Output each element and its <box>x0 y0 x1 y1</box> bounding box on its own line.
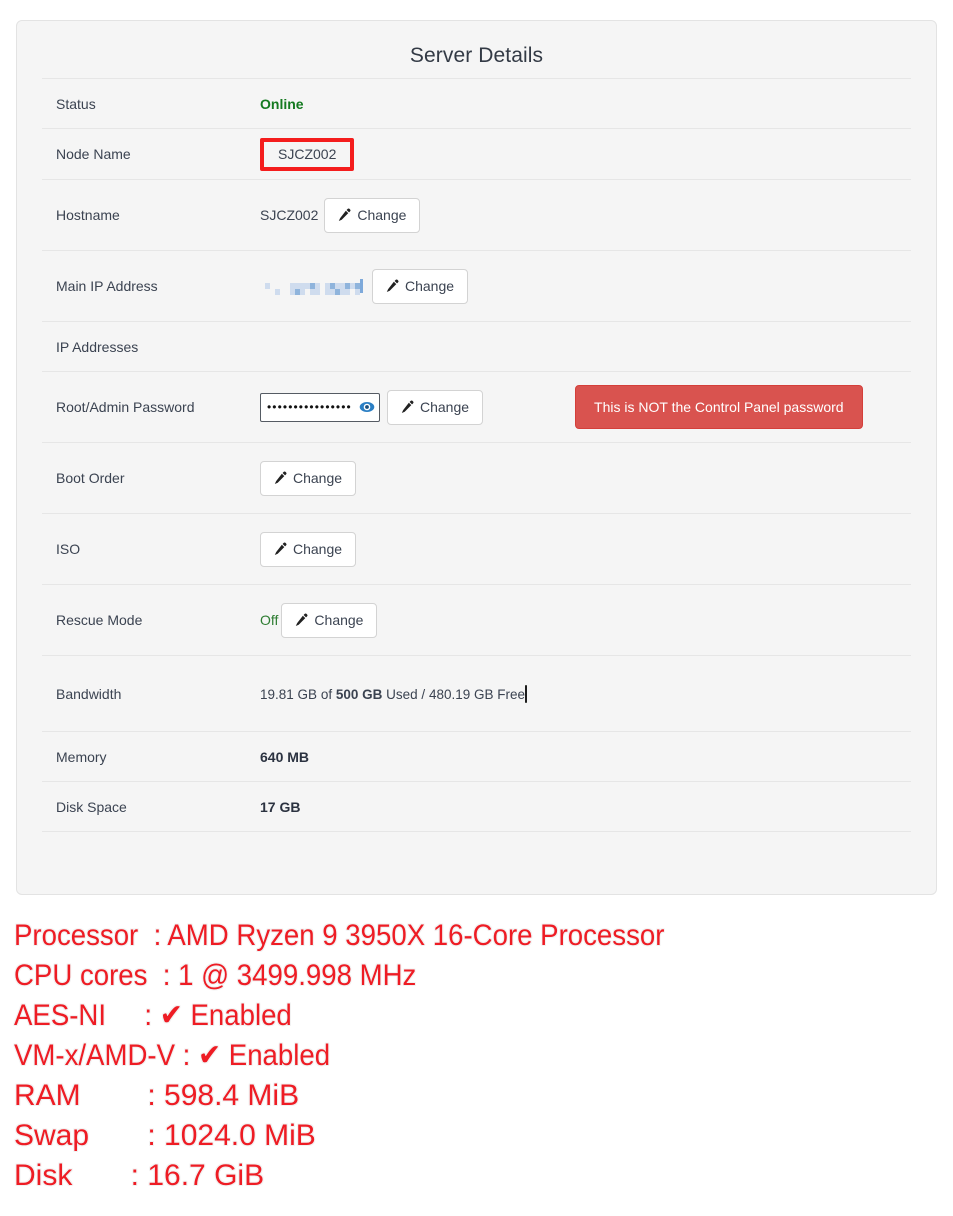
pencil-icon <box>274 542 287 555</box>
table-row-bandwidth: Bandwidth 19.81 GB of 500 GB Used / 480.… <box>42 655 911 731</box>
change-hostname-label: Change <box>357 207 407 223</box>
row-value-bandwidth: 19.81 GB of 500 GB Used / 480.19 GB Free <box>260 684 911 703</box>
bandwidth-total: 500 GB <box>335 686 383 702</box>
table-row-disk-space: Disk Space 17 GB <box>42 781 911 831</box>
row-label-root-password: Root/Admin Password <box>56 399 195 415</box>
pencil-icon <box>339 208 351 221</box>
bandwidth-free: 480.19 GB Free <box>428 686 526 702</box>
change-iso-button[interactable]: Change <box>260 531 357 567</box>
table-row-iso: ISO Change <box>42 513 911 584</box>
bandwidth-progress-bar <box>525 684 528 703</box>
memory-value: 640 MB <box>260 748 310 765</box>
sysinfo-line-cpu-cores: CPU cores : 1 @ 3499.998 MHz <box>14 959 417 992</box>
table-row-main-ip: Main IP Address Change <box>42 250 911 321</box>
change-main-ip-button[interactable]: Change <box>372 268 469 304</box>
pencil-icon <box>401 400 414 413</box>
details-row-list: Status Online Node Name SJCZ002 Hostname <box>42 78 911 833</box>
node-name-highlight-box: SJCZ002 <box>260 137 355 171</box>
row-label-bandwidth: Bandwidth <box>56 685 122 702</box>
row-label-iso: ISO <box>56 541 81 557</box>
sysinfo-line-disk: Disk : 16.7 GiB <box>14 1159 265 1192</box>
password-field[interactable]: •••••••••••••••• <box>260 392 380 422</box>
row-value-boot-order: Change <box>260 460 911 496</box>
system-info-overlay: Processor : AMD Ryzen 9 3950X 16-Core Pr… <box>14 916 944 1196</box>
change-rescue-mode-button[interactable]: Change <box>281 602 378 638</box>
row-label-rescue-mode: Rescue Mode <box>56 612 143 628</box>
row-value-rescue-mode: Off Change <box>260 602 911 638</box>
sysinfo-line-swap: Swap : 1024.0 MiB <box>14 1119 316 1152</box>
sysinfo-line-vmx-amdv: VM-x/AMD-V : ✔ Enabled <box>14 1039 331 1072</box>
server-details-card: Server Details Status Online Node Name S… <box>16 20 937 895</box>
server-details-page: Server Details Status Online Node Name S… <box>0 0 953 1216</box>
password-warning-alert: This is NOT the Control Panel password <box>575 385 863 429</box>
change-root-password-button[interactable]: Change <box>387 389 484 425</box>
page-title: Server Details <box>409 44 544 67</box>
table-bottom-divider <box>42 831 911 833</box>
table-row-hostname: Hostname SJCZ002 Change <box>42 179 911 250</box>
row-label-hostname: Hostname <box>56 207 120 223</box>
bandwidth-usage: 19.81 GB of 500 GB Used / 480.19 GB Free <box>260 684 528 703</box>
row-label-disk-space: Disk Space <box>56 798 127 815</box>
change-iso-label: Change <box>293 541 343 557</box>
row-value-node-name: SJCZ002 <box>260 137 911 171</box>
table-row-node-name: Node Name SJCZ002 <box>42 128 911 179</box>
bandwidth-used: 19.81 GB <box>260 686 318 702</box>
status-badge: Online <box>260 95 304 112</box>
sysinfo-line-processor: Processor : AMD Ryzen 9 3950X 16-Core Pr… <box>14 919 665 952</box>
bandwidth-separator: / <box>421 686 426 702</box>
change-main-ip-label: Change <box>405 278 455 294</box>
row-label-status: Status <box>56 95 96 112</box>
disk-space-value: 17 GB <box>260 798 301 815</box>
change-boot-order-label: Change <box>293 470 343 486</box>
row-value-memory: 640 MB <box>260 749 911 765</box>
table-row-boot-order: Boot Order Change <box>42 442 911 513</box>
row-value-iso: Change <box>260 531 911 567</box>
redacted-ip-text <box>260 273 365 299</box>
bandwidth-used-label: Used <box>386 686 418 702</box>
sysinfo-line-aes-ni: AES-NI : ✔ Enabled <box>14 999 292 1032</box>
row-label-boot-order: Boot Order <box>56 470 125 486</box>
row-label-ip-addresses: IP Addresses <box>56 338 139 355</box>
pencil-icon <box>274 471 287 484</box>
sysinfo-line-ram: RAM : 598.4 MiB <box>14 1079 300 1112</box>
bandwidth-of-label: of <box>320 686 333 702</box>
table-row-ip-addresses: IP Addresses <box>42 321 911 371</box>
pencil-icon <box>296 613 308 626</box>
row-value-disk-space: 17 GB <box>260 799 911 815</box>
change-boot-order-button[interactable]: Change <box>260 460 357 496</box>
rescue-mode-state: Off <box>260 612 279 628</box>
row-value-root-password: •••••••••••••••• Change This is NOT the … <box>260 385 911 429</box>
row-label-memory: Memory <box>56 748 107 765</box>
row-label-node-name: Node Name <box>56 146 131 162</box>
bandwidth-usage-text: 19.81 GB of 500 GB Used / 480.19 GB Free <box>260 687 525 702</box>
pencil-icon <box>386 279 399 292</box>
table-row-status: Status Online <box>42 78 911 128</box>
password-masked-value: •••••••••••••••• <box>267 401 352 413</box>
hostname-text: SJCZ002 <box>260 207 319 223</box>
table-row-root-password: Root/Admin Password •••••••••••••••• Cha… <box>42 371 911 442</box>
eye-icon[interactable] <box>359 399 375 415</box>
change-hostname-button[interactable]: Change <box>324 197 421 233</box>
row-label-main-ip: Main IP Address <box>56 278 158 294</box>
row-value-hostname: SJCZ002 Change <box>260 197 911 233</box>
node-name-text: SJCZ002 <box>278 145 337 162</box>
table-row-memory: Memory 640 MB <box>42 731 911 781</box>
table-row-rescue-mode: Rescue Mode Off Change <box>42 584 911 655</box>
change-rescue-mode-label: Change <box>314 612 364 628</box>
row-value-status: Online <box>260 96 911 112</box>
change-root-password-label: Change <box>420 399 470 415</box>
row-value-main-ip: Change <box>260 268 911 304</box>
